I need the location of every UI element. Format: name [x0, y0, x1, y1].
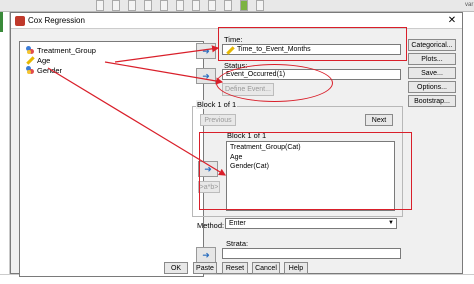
background-data-column: var: [462, 2, 474, 284]
scale-variable-icon: [26, 56, 34, 64]
help-button[interactable]: Help: [284, 262, 308, 274]
save-button[interactable]: Save...: [408, 67, 456, 79]
method-select[interactable]: Enter ▼: [225, 218, 397, 229]
background-column-label: var: [465, 2, 474, 8]
toolbar-icon: [224, 0, 232, 11]
background-row-headers: [0, 12, 10, 284]
previous-button[interactable]: Previous: [200, 114, 236, 126]
method-label: Method:: [197, 221, 225, 230]
move-to-strata-button[interactable]: ➜: [196, 247, 216, 263]
strata-label: Strata:: [226, 239, 249, 248]
cancel-button[interactable]: Cancel: [252, 262, 280, 274]
options-button[interactable]: Options...: [408, 81, 456, 93]
move-to-time-button[interactable]: ➜: [196, 43, 216, 59]
variable-item[interactable]: Treatment_Group: [26, 45, 96, 55]
arrow-right-icon: ➜: [202, 249, 210, 260]
next-button[interactable]: Next: [365, 114, 393, 126]
toolbar-icon: [208, 0, 216, 11]
plots-button[interactable]: Plots...: [408, 53, 456, 65]
toolbar-icon: [160, 0, 168, 11]
chevron-down-icon: ▼: [388, 220, 394, 226]
reset-button[interactable]: Reset: [222, 262, 248, 274]
variable-label: Treatment_Group: [37, 45, 96, 55]
nominal-variable-icon: [26, 46, 34, 54]
variable-item[interactable]: Age: [26, 55, 50, 65]
arrow-right-icon: ➜: [202, 45, 210, 56]
covariates-annotation-box: [199, 132, 412, 210]
variable-label: Gender: [37, 65, 63, 75]
dialog-title: Cox Regression: [28, 16, 85, 25]
categorical-button[interactable]: Categorical...: [408, 39, 456, 51]
toolbar-icon: [128, 0, 136, 11]
strata-field[interactable]: [222, 248, 401, 259]
toolbar-icon: [192, 0, 200, 11]
move-to-status-button[interactable]: ➜: [196, 68, 216, 84]
status-annotation-oval: [216, 64, 333, 102]
arrow-right-icon: ➜: [202, 70, 210, 81]
toolbar-icon: [176, 0, 184, 11]
close-icon[interactable]: ✕: [445, 15, 459, 27]
toolbar-icon: [256, 0, 264, 11]
toolbar-icon: [112, 0, 120, 11]
toolbar-icon: [240, 0, 248, 11]
method-value: Enter: [229, 220, 246, 227]
toolbar-icon: [96, 0, 104, 11]
app-icon: [15, 16, 25, 26]
time-annotation-box: [218, 27, 407, 61]
bootstrap-button[interactable]: Bootstrap...: [408, 95, 456, 107]
nominal-variable-icon: [26, 66, 34, 74]
toolbar-icon: [144, 0, 152, 11]
paste-button[interactable]: Paste: [193, 262, 217, 274]
variable-item[interactable]: Gender: [26, 65, 62, 75]
background-marker: [0, 12, 3, 32]
variable-label: Age: [37, 55, 51, 65]
block-label: Block 1 of 1: [196, 100, 238, 109]
ok-button[interactable]: OK: [164, 262, 188, 274]
background-toolbar: [0, 0, 474, 12]
variable-list[interactable]: Treatment_Group Age Gender: [19, 41, 204, 277]
